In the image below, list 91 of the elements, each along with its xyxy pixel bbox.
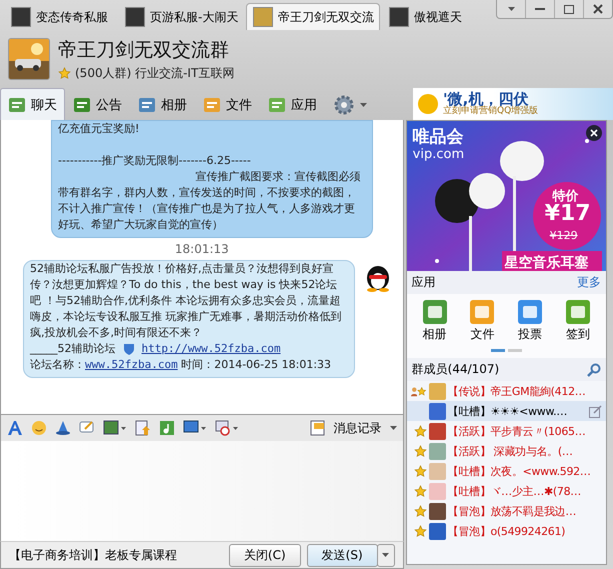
- music-icon[interactable]: [159, 420, 175, 436]
- close-icon[interactable]: [586, 125, 602, 141]
- member-name: 【传说】帝王GM龍絢(412…: [448, 384, 586, 398]
- search-icon[interactable]: [587, 362, 601, 376]
- ad-deal: 特价: [552, 188, 579, 204]
- chat-tab[interactable]: 帝王刀剑无双交流: [246, 3, 380, 30]
- edit-icon[interactable]: [589, 404, 602, 418]
- tab-icon: [73, 96, 91, 114]
- member-name: 【吐槽】次夜。<www.592…: [448, 464, 591, 478]
- star-icon: [414, 524, 427, 538]
- ad-price: ¥17: [544, 201, 591, 226]
- ad-domain: vip.com: [412, 147, 464, 162]
- wizard-hat-icon[interactable]: [55, 420, 71, 436]
- star-icon: [414, 484, 427, 498]
- member-row[interactable]: 【传说】帝王GM龍絢(412…: [406, 381, 606, 401]
- block-icon[interactable]: [215, 420, 239, 436]
- ad-old-price: ¥129: [550, 229, 578, 242]
- url-link[interactable]: www.52fzba.com: [85, 358, 178, 371]
- avatar: [428, 422, 446, 440]
- message-time: 18:01:13: [174, 242, 230, 256]
- caret-icon: [382, 553, 390, 557]
- tab-icon: [203, 96, 221, 114]
- upload-icon[interactable]: [135, 420, 151, 436]
- message-input[interactable]: [0, 441, 404, 541]
- avatar: [428, 382, 446, 400]
- ad-brand: 唯品会: [412, 126, 464, 148]
- smiley-icon[interactable]: [31, 420, 47, 436]
- app-shortcut[interactable]: 相册: [422, 300, 447, 343]
- nav-tab[interactable]: 相册: [130, 88, 195, 120]
- message-bubble: 52辅助论坛私服广告投放！价格好,点击量员？汝想得到良好宣传？汝想更加辉煌？To do this，the best way is 快来52论坛吧 ！与52辅助合作,优利条件 本论坛拥有众多忠实会员，流量超嗨皮，本论坛专设私服互推 玩家推广无难事，暑期活动价格低到疯,投放机会不多,时间有限还不来？ _____52辅助论坛 http://www.52fzba.com 论坛名称：www.52fzba.com 时间：2014-06-25 18:01:33: [23, 260, 355, 378]
- star-icon: [414, 444, 427, 458]
- tab-icon: [8, 96, 26, 114]
- section-title: 应用: [412, 274, 436, 291]
- avatar: [428, 522, 446, 540]
- logo-icon: [417, 93, 439, 115]
- send-options-button[interactable]: [376, 544, 395, 566]
- caret-icon[interactable]: [390, 426, 397, 430]
- signature-text: _____52辅助论坛: [30, 341, 116, 357]
- history-icon[interactable]: [310, 420, 326, 436]
- member-name: 【活跃】 深藏功与名。(…: [448, 444, 573, 458]
- ad-banner[interactable]: '微,机，四伏 立刻申请营销QQ增强版: [413, 88, 613, 120]
- nav-tab[interactable]: 聊天: [0, 88, 65, 120]
- member-row[interactable]: 【吐槽】ヾ…少主…✱(78…: [406, 481, 606, 501]
- group-title: 帝王刀剑无双交流群: [58, 38, 230, 62]
- close-button[interactable]: 关闭(C): [228, 544, 301, 566]
- history-button[interactable]: 消息记录: [334, 420, 382, 436]
- tab-icon: [138, 96, 156, 114]
- member-row[interactable]: 【吐槽】☀☀☀<www.…: [406, 401, 606, 421]
- member-row[interactable]: 【活跃】平步青云〃(1065…: [406, 421, 606, 441]
- avatar: [428, 502, 446, 520]
- member-name: 【吐槽】☀☀☀<www.…: [448, 404, 568, 418]
- chat-tab[interactable]: 页游私服-大闹天: [118, 3, 244, 30]
- star-icon: [58, 66, 71, 80]
- owner-icon: [410, 384, 418, 398]
- member-row[interactable]: 【活跃】 深藏功与名。(…: [406, 441, 606, 461]
- nav-tab[interactable]: 文件: [195, 88, 260, 120]
- chat-tab[interactable]: 变态传奇私服: [4, 3, 116, 30]
- member-name: 【冒泡】o(549924261): [448, 524, 566, 538]
- image-icon[interactable]: [103, 420, 127, 436]
- group-subtitle: (500人群) 行业交流-IT互联网: [75, 64, 234, 82]
- banner-tagline: 立刻申请营销QQ增强版: [443, 107, 538, 118]
- member-name: 【活跃】平步青云〃(1065…: [448, 424, 586, 438]
- members-title: 群成员(44/107): [412, 361, 500, 378]
- app-shortcut[interactable]: 签到: [566, 300, 590, 343]
- star-icon: [417, 384, 427, 398]
- avatar: [428, 442, 446, 460]
- member-row[interactable]: 【吐槽】次夜。<www.592…: [406, 461, 606, 481]
- url-link[interactable]: http://www.52fzba.com: [142, 341, 281, 357]
- tab-icon: [268, 96, 286, 114]
- avatar: [428, 462, 446, 480]
- star-icon: [414, 424, 427, 438]
- promo-link[interactable]: 【电子商务培训】老板专属课程: [9, 546, 177, 564]
- ad-product: 星空音乐耳塞: [504, 254, 589, 271]
- avatar: [428, 402, 446, 420]
- avatar: [428, 482, 446, 500]
- app-shortcut[interactable]: 文件: [470, 300, 494, 343]
- more-link[interactable]: 更多: [577, 274, 601, 291]
- member-name: 【吐槽】ヾ…少主…✱(78…: [448, 484, 581, 498]
- app-shortcut[interactable]: 投票: [518, 300, 542, 343]
- send-button[interactable]: 发送(S): [306, 544, 378, 566]
- member-row[interactable]: 【冒泡】放荡不羁是我边…: [406, 501, 606, 521]
- member-row[interactable]: 【冒泡】o(549924261): [406, 521, 606, 541]
- nav-tab[interactable]: 公告: [65, 88, 130, 120]
- nav-tab[interactable]: 应用: [260, 88, 325, 120]
- star-icon: [414, 504, 427, 518]
- star-icon: [414, 464, 427, 478]
- chat-tab[interactable]: 傲视遮天: [382, 3, 494, 30]
- shield-icon: [122, 342, 136, 356]
- font-icon[interactable]: [7, 420, 23, 436]
- member-name: 【冒泡】放荡不羁是我边…: [448, 504, 576, 518]
- message-bubble: 亿充值元宝奖励! -----------推广奖励无限制-------6.25----- 宣传推广截图要求：宣传截图必须带有群名字，群内人数，宣传发送的时间，不按要求的截图，不计入推广宣传！（宣传推广也是为了拉人气，人多游戏才更好玩、希望广大玩家自觉的宣传）: [51, 120, 373, 238]
